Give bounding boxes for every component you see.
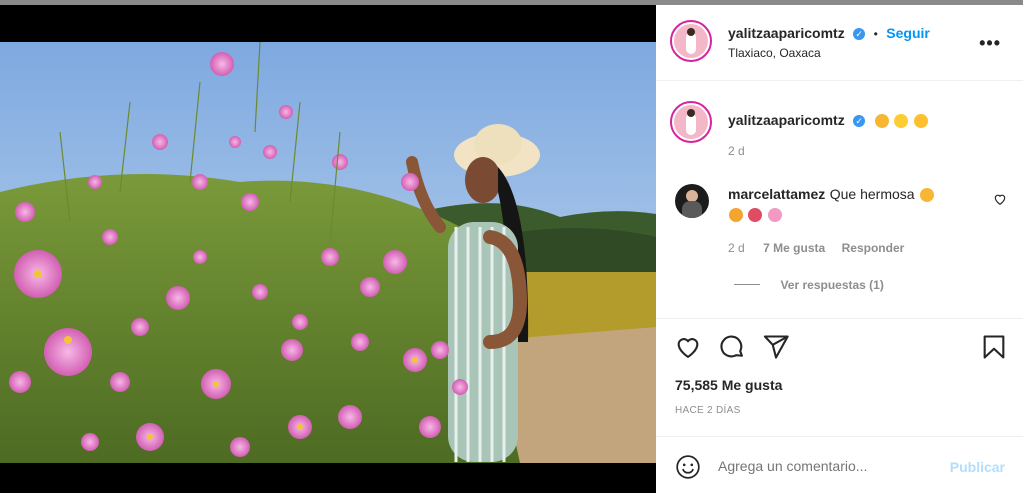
- post-media: [0, 5, 656, 493]
- emoji-icon: [748, 207, 763, 222]
- caption-username[interactable]: yalitzaaparicomtz: [728, 112, 845, 128]
- comments-section[interactable]: yalitzaaparicomtz ✓ 2 d marcelattamez Qu…: [656, 81, 1023, 319]
- comment-time: 2 d: [728, 241, 745, 255]
- emoji-icon: [729, 207, 743, 222]
- post-header: yalitzaaparicomtz ✓ • Seguir Tlaxiaco, O…: [656, 5, 1023, 81]
- commenter-avatar[interactable]: [675, 184, 709, 218]
- comment-emojis: [728, 206, 782, 224]
- emoji-icon: [913, 113, 928, 128]
- comment-icon[interactable]: [718, 333, 746, 361]
- share-icon[interactable]: [762, 333, 790, 361]
- caption-avatar[interactable]: [670, 101, 712, 143]
- comment-text: Que hermosa: [829, 186, 915, 202]
- caption-line: yalitzaaparicomtz ✓: [728, 112, 928, 130]
- post-location[interactable]: Tlaxiaco, Oaxaca: [728, 46, 821, 60]
- publish-button[interactable]: Publicar: [950, 459, 1005, 475]
- comment-line: marcelattamez Que hermosa: [728, 186, 935, 204]
- emoji-icon: [894, 113, 909, 128]
- view-replies-label[interactable]: Ver respuestas (1): [780, 278, 883, 292]
- flower-field-photo: [0, 42, 656, 463]
- commenter-username[interactable]: marcelattamez: [728, 186, 825, 202]
- comment-like-icon[interactable]: [993, 192, 1007, 209]
- more-icon[interactable]: •••: [979, 33, 1001, 54]
- replies-line: [734, 284, 760, 286]
- separator-dot: •: [873, 27, 878, 41]
- emoji-picker-icon[interactable]: [675, 454, 701, 480]
- post-panel: yalitzaaparicomtz ✓ • Seguir Tlaxiaco, O…: [656, 5, 1023, 493]
- emoji-icon: [920, 187, 935, 202]
- comment-likes[interactable]: 7 Me gusta: [763, 241, 825, 255]
- verified-icon: ✓: [853, 114, 866, 127]
- comment-input[interactable]: [718, 458, 918, 474]
- author-avatar[interactable]: [670, 20, 712, 62]
- follow-button[interactable]: Seguir: [886, 25, 930, 41]
- reply-button[interactable]: Responder: [842, 241, 905, 255]
- emoji-icon: [874, 113, 889, 128]
- comment-meta: 2 d 7 Me gusta Responder: [728, 239, 904, 257]
- post-photo[interactable]: [0, 42, 656, 463]
- view-replies[interactable]: Ver respuestas (1): [734, 276, 884, 294]
- comment-composer: Publicar: [656, 437, 1023, 493]
- author-username[interactable]: yalitzaaparicomtz: [728, 25, 845, 41]
- verified-icon: ✓: [853, 27, 866, 40]
- emoji-icon: [767, 207, 782, 222]
- likes-count[interactable]: 75,585 Me gusta: [675, 377, 782, 393]
- heart-icon[interactable]: [674, 333, 702, 361]
- post-actions: 75,585 Me gusta HACE 2 DÍAS: [656, 319, 1023, 437]
- caption-emojis: [874, 112, 928, 129]
- post-time: HACE 2 DÍAS: [675, 405, 741, 416]
- caption-time: 2 d: [728, 144, 745, 158]
- bookmark-icon[interactable]: [980, 333, 1008, 361]
